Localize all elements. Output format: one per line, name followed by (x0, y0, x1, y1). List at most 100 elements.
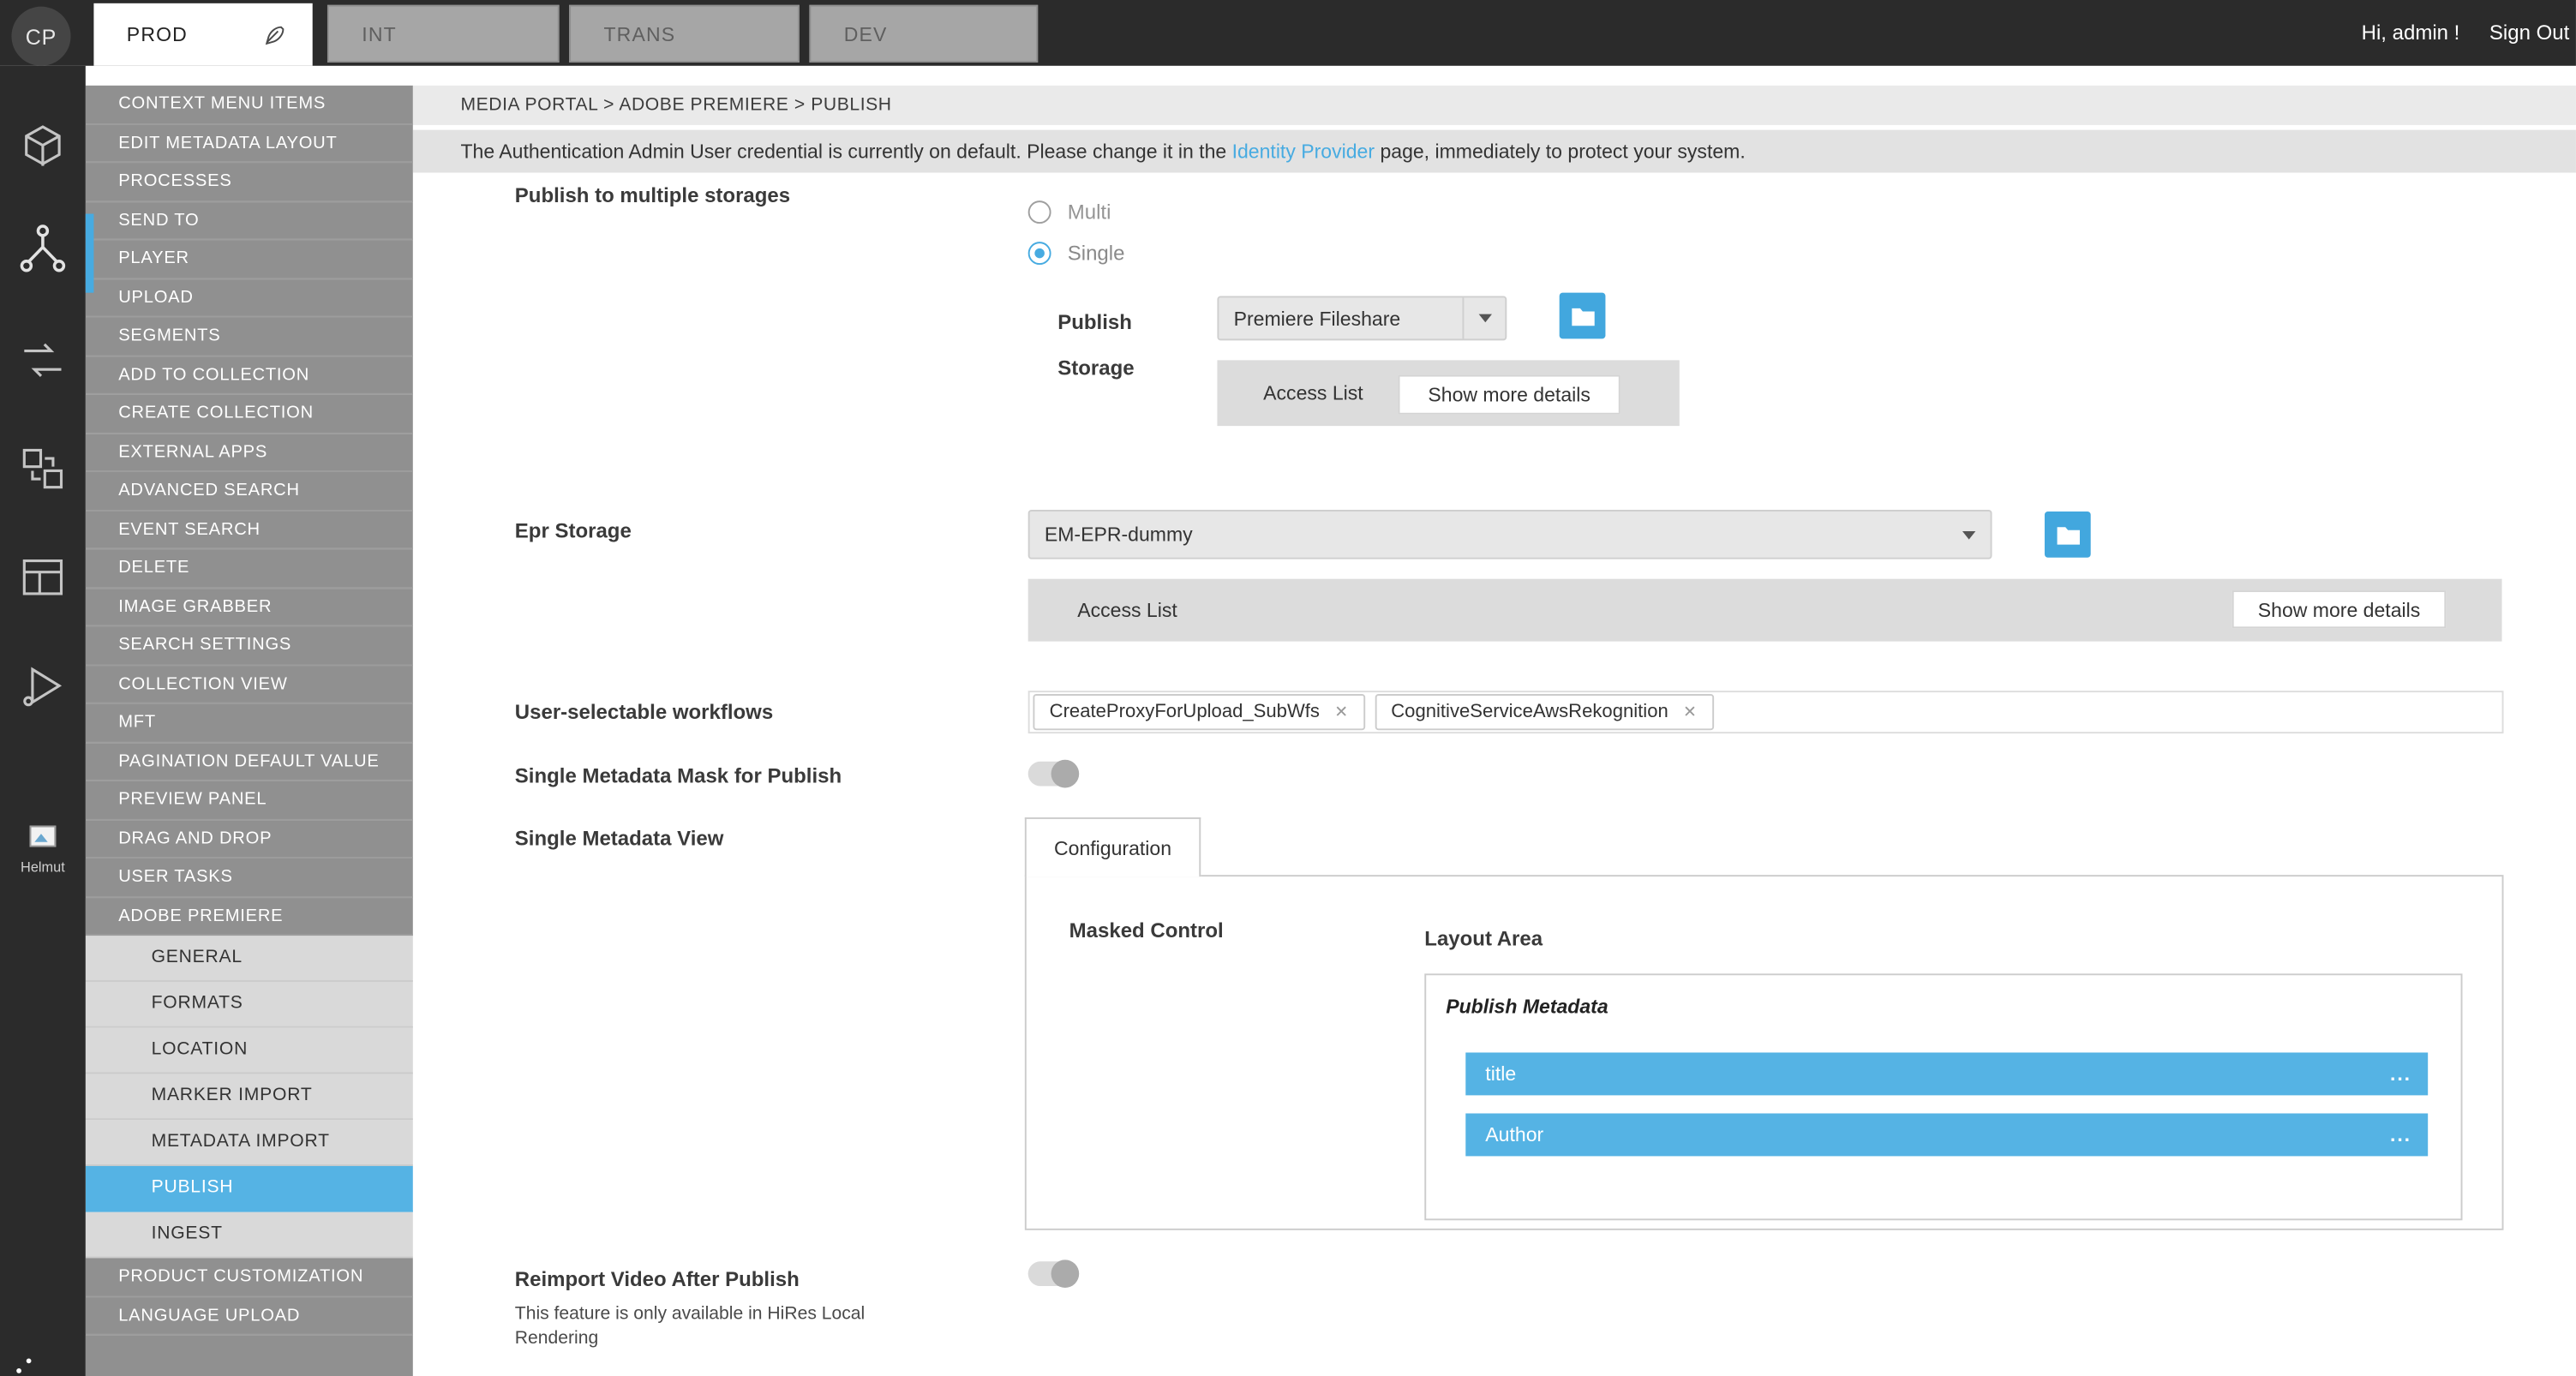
folder-icon (2055, 523, 2080, 545)
radio-multi-label: Multi (1068, 200, 1111, 224)
identity-provider-link[interactable]: Identity Provider (1232, 140, 1375, 163)
epr-storage-browse-button[interactable] (2045, 512, 2091, 558)
sidebar-item-user-tasks[interactable]: USER TASKS (86, 859, 413, 897)
env-tab-int-label: INT (362, 22, 397, 45)
remove-tag-icon[interactable]: ✕ (1334, 703, 1348, 721)
radio-single[interactable] (1028, 242, 1051, 265)
toggle-knob (1051, 760, 1080, 788)
app-window: CP PROD INT TRANS DEV Hi, admin ! Sign O… (0, 0, 2576, 1376)
sidebar-item-language-upload[interactable]: LANGUAGE UPLOAD (86, 1297, 413, 1336)
sidebar-item-delete[interactable]: DELETE (86, 549, 413, 588)
single-metadata-mask-toggle[interactable] (1028, 762, 1078, 787)
sidebar-item-mft[interactable]: MFT (86, 704, 413, 743)
settings-sidebar: CONTEXT MENU ITEMS EDIT METADATA LAYOUT … (86, 86, 413, 1376)
publish-storage-dropdown[interactable]: Premiere Fileshare (1217, 296, 1507, 341)
sidebar-item-player[interactable]: PLAYER (86, 240, 413, 278)
sign-out-link[interactable]: Sign Out (2489, 21, 2569, 45)
workflow-tree-icon[interactable] (15, 220, 70, 276)
epr-storage-value: EM-EPR-dummy (1045, 523, 1193, 546)
icon-rail: Helmut ⚙ (0, 66, 86, 1376)
epr-storage-label: Epr Storage (515, 520, 632, 543)
assets-cube-icon[interactable] (18, 122, 68, 171)
tab-configuration[interactable]: Configuration (1025, 817, 1201, 876)
topbar-user-area: Hi, admin ! Sign Out (2362, 0, 2570, 66)
publish-storage-label: Publish Storage (1057, 299, 1166, 391)
sidebar-item-preview-panel[interactable]: PREVIEW PANEL (86, 781, 413, 820)
sidebar-item-upload[interactable]: UPLOAD (86, 278, 413, 317)
env-tab-prod[interactable]: PROD (93, 3, 312, 66)
env-tab-dev-label: DEV (844, 22, 888, 45)
env-tab-trans-label: TRANS (603, 22, 675, 45)
sidebar-subitem-marker-import[interactable]: MARKER IMPORT (86, 1074, 413, 1120)
auth-warning-banner: The Authentication Admin User credential… (413, 130, 2576, 173)
access-list-label: Access List (1263, 381, 1363, 404)
workflow-tag[interactable]: CreateProxyForUpload_SubWfs ✕ (1033, 694, 1364, 730)
render-play-icon[interactable] (18, 661, 68, 711)
layout-area-label: Layout Area (1424, 928, 1543, 951)
sidebar-item-advanced-search[interactable]: ADVANCED SEARCH (86, 472, 413, 511)
panels-icon[interactable] (18, 553, 68, 602)
field-menu-icon[interactable]: ... (2390, 1062, 2411, 1086)
main-content: MEDIA PORTAL > ADOBE PREMIERE > PUBLISH … (413, 66, 2576, 1376)
helmut-logo[interactable]: Helmut (0, 826, 86, 880)
helmut-image-placeholder (30, 826, 57, 847)
sidebar-filler (86, 1336, 413, 1376)
masked-control-label: Masked Control (1069, 919, 1224, 942)
reimport-video-toggle[interactable] (1028, 1261, 1078, 1286)
sidebar-item-create-collection[interactable]: CREATE COLLECTION (86, 395, 413, 434)
app-logo[interactable]: CP (11, 7, 70, 66)
feather-edit-icon (261, 22, 286, 47)
sidebar-item-send-to[interactable]: SEND TO (86, 201, 413, 240)
sidebar-item-drag-and-drop[interactable]: DRAG AND DROP (86, 820, 413, 859)
workflow-tag-label: CreateProxyForUpload_SubWfs (1050, 703, 1320, 722)
radio-row-single: Single (1028, 240, 1125, 266)
sidebar-item-segments[interactable]: SEGMENTS (86, 317, 413, 356)
show-more-details-button[interactable]: Show more details (1399, 375, 1620, 415)
sidebar-item-edit-metadata-layout[interactable]: EDIT METADATA LAYOUT (86, 124, 413, 163)
sidebar-item-product-customization[interactable]: PRODUCT CUSTOMIZATION (86, 1258, 413, 1296)
radio-row-multi: Multi (1028, 199, 1111, 225)
sidebar-subitem-metadata-import[interactable]: METADATA IMPORT (86, 1120, 413, 1166)
publish-storage-browse-button[interactable] (1560, 293, 1606, 339)
sidebar-subitem-publish[interactable]: PUBLISH (86, 1166, 413, 1212)
sidebar-item-external-apps[interactable]: EXTERNAL APPS (86, 434, 413, 472)
radio-multi[interactable] (1028, 200, 1051, 224)
env-tab-trans[interactable]: TRANS (569, 5, 800, 63)
breadcrumb: MEDIA PORTAL > ADOBE PREMIERE > PUBLISH (413, 86, 2576, 125)
sidebar-item-image-grabber[interactable]: IMAGE GRABBER (86, 588, 413, 626)
access-list-label: Access List (1077, 599, 1177, 622)
sidebar-item-context-menu-items[interactable]: CONTEXT MENU ITEMS (86, 86, 413, 124)
sidebar-item-pagination-default-value[interactable]: PAGINATION DEFAULT VALUE (86, 743, 413, 781)
env-tab-dev[interactable]: DEV (809, 5, 1038, 63)
workflow-tags-input[interactable]: CreateProxyForUpload_SubWfs ✕ CognitiveS… (1028, 691, 2504, 733)
remove-tag-icon[interactable]: ✕ (1683, 703, 1697, 721)
sidebar-subitem-location[interactable]: LOCATION (86, 1028, 413, 1074)
helmut-label: Helmut (21, 859, 65, 875)
distribution-icon[interactable] (18, 444, 68, 494)
publish-storage-value: Premiere Fileshare (1234, 307, 1401, 330)
epr-storage-dropdown[interactable]: EM-EPR-dummy (1028, 510, 1992, 559)
radio-single-label: Single (1068, 242, 1125, 265)
sidebar-item-processes[interactable]: PROCESSES (86, 163, 413, 201)
process-flow-icon[interactable] (18, 336, 68, 386)
spark-dot (27, 1359, 32, 1364)
sidebar-item-add-to-collection[interactable]: ADD TO COLLECTION (86, 356, 413, 395)
workflow-tag[interactable]: CognitiveServiceAwsRekognition ✕ (1375, 694, 1713, 730)
sidebar-subitem-ingest[interactable]: INGEST (86, 1212, 413, 1259)
warning-text-before: The Authentication Admin User credential… (460, 140, 1231, 163)
sidebar-item-collection-view[interactable]: COLLECTION VIEW (86, 665, 413, 703)
single-metadata-mask-label: Single Metadata Mask for Publish (515, 765, 842, 788)
publish-metadata-title: Publish Metadata (1446, 995, 1608, 1018)
env-tab-int[interactable]: INT (327, 5, 560, 63)
sidebar-item-event-search[interactable]: EVENT SEARCH (86, 511, 413, 549)
show-more-details-button[interactable]: Show more details (2232, 590, 2447, 628)
sidebar-subitem-general[interactable]: GENERAL (86, 936, 413, 982)
reimport-video-label: Reimport Video After Publish (515, 1268, 800, 1291)
metadata-field-author[interactable]: Author ... (1465, 1114, 2428, 1157)
sidebar-item-search-settings[interactable]: SEARCH SETTINGS (86, 626, 413, 665)
field-menu-icon[interactable]: ... (2390, 1123, 2411, 1146)
metadata-field-label: title (1485, 1062, 1516, 1086)
sidebar-item-adobe-premiere[interactable]: ADOBE PREMIERE (86, 897, 413, 936)
metadata-field-title[interactable]: title ... (1465, 1052, 2428, 1095)
sidebar-subitem-formats[interactable]: FORMATS (86, 982, 413, 1028)
